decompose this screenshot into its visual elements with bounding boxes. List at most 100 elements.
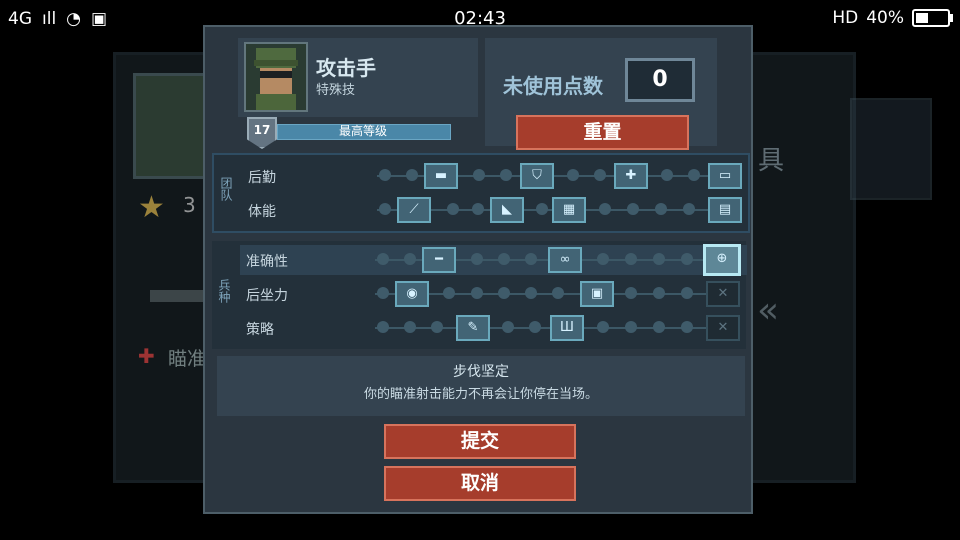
skill-dot (681, 253, 693, 265)
unused-points-label: 未使用点数 (503, 74, 603, 98)
skill-row-logistics: 后勤 ▬ ⛉ ✚ ▭ (242, 161, 749, 191)
skill-dot (500, 169, 512, 181)
row-label: 准确性 (246, 254, 288, 270)
shield-plus-icon[interactable]: ⛉ (520, 163, 554, 189)
skill-dot (552, 287, 564, 299)
skill-dot (597, 253, 609, 265)
skill-row-recoil: 后坐力 ◉ ▣ ✕ (240, 279, 747, 309)
hero-subtitle: 特殊技 (316, 83, 356, 98)
skill-dot (653, 287, 665, 299)
row-label: 后勤 (248, 170, 276, 186)
skill-dot (653, 253, 665, 265)
skill-dot (472, 203, 484, 215)
skill-dot (379, 169, 391, 181)
hero-name: 攻击手 (316, 56, 376, 80)
skill-dot (627, 203, 639, 215)
skill-dot (688, 169, 700, 181)
background-aim-label: 瞄准 (168, 348, 207, 370)
skill-description-body: 你的瞄准射击能力不再会让你停在当场。 (363, 387, 598, 402)
skill-dot (661, 169, 673, 181)
skill-dot (502, 321, 514, 333)
rifle-icon[interactable]: ━ (422, 247, 456, 273)
skill-dot (525, 253, 537, 265)
skill-dot (681, 287, 693, 299)
locked-skill-icon[interactable]: ✕ (706, 281, 740, 307)
row-label: 策略 (246, 322, 274, 338)
skill-dot (473, 169, 485, 181)
skill-dot (683, 203, 695, 215)
skill-dot (406, 169, 418, 181)
background-equipment-label: 具 (758, 146, 785, 176)
skill-dot (567, 169, 579, 181)
skill-dot (529, 321, 541, 333)
skill-row-stamina: 体能 ⟋ ◣ ▦ ▤ (242, 195, 749, 225)
reset-button[interactable]: 重置 (516, 115, 689, 150)
rifle-icon (150, 290, 205, 302)
arms-section: 兵种 准确性 ━ ∞ ⊕ 后坐力 ◉ ▣ ✕ 策略 ✎ Ш ✕ (212, 241, 747, 349)
skill-dialog: 攻击手 特殊技 17 最高等级 未使用点数 0 重置 团队 后勤 ▬ ⛉ ✚ ▭… (203, 25, 753, 514)
supply-truck-icon[interactable]: ▬ (424, 163, 458, 189)
background-equipment-box (850, 98, 932, 200)
skill-dot (681, 321, 693, 333)
skill-dot (471, 253, 483, 265)
boot-icon[interactable]: ◣ (490, 197, 524, 223)
locked-skill-icon[interactable]: ✕ (706, 315, 740, 341)
skill-dot (597, 321, 609, 333)
skill-dot (377, 253, 389, 265)
skill-dot (377, 287, 389, 299)
skill-dot (431, 321, 443, 333)
star-icon: ★ (138, 190, 165, 225)
skill-row-tactics: 策略 ✎ Ш ✕ (240, 313, 747, 343)
scope-icon[interactable]: ⊕ (703, 244, 741, 276)
skill-dot (653, 321, 665, 333)
skill-dot (379, 203, 391, 215)
crosshair-icon: ✚ (138, 344, 155, 368)
skill-dot (404, 253, 416, 265)
skill-dot (625, 321, 637, 333)
skill-dot (447, 203, 459, 215)
wrench-icon[interactable]: ✎ (456, 315, 490, 341)
battery-level (916, 13, 928, 23)
background-star-count: 3 (183, 193, 196, 217)
hd-indicator: HD (832, 8, 859, 28)
skill-dot (471, 287, 483, 299)
binoculars-icon[interactable]: ∞ (548, 247, 582, 273)
cancel-button[interactable]: 取消 (384, 466, 576, 501)
hero-card: 攻击手 特殊技 (238, 38, 478, 117)
background-portrait (133, 73, 211, 179)
squad-icon[interactable]: Ш (550, 315, 584, 341)
knife-icon[interactable]: ⟋ (397, 197, 431, 223)
unused-points-value: 0 (625, 58, 695, 102)
level-text: 最高等级 (338, 124, 387, 138)
skill-dot (625, 253, 637, 265)
map-icon[interactable]: ▦ (552, 197, 586, 223)
submit-button[interactable]: 提交 (384, 424, 576, 459)
skill-dot (655, 203, 667, 215)
team-section: 团队 后勤 ▬ ⛉ ✚ ▭ 体能 ⟋ ◣ ▦ ▤ (212, 153, 750, 233)
skill-dot (404, 321, 416, 333)
medkit-icon[interactable]: ✚ (614, 163, 648, 189)
battery-icon (912, 9, 953, 27)
skill-description-title: 步伐坚定 (453, 364, 509, 380)
points-panel: 未使用点数 0 重置 (485, 38, 717, 150)
skill-dot (498, 287, 510, 299)
level-badge: 17 (247, 117, 277, 149)
row-label: 体能 (248, 204, 276, 220)
bed-icon[interactable]: ▭ (708, 163, 742, 189)
battery-percent: 40% (866, 8, 904, 28)
soldier-portrait-icon (244, 42, 308, 112)
skill-dot (525, 287, 537, 299)
row-label: 后坐力 (246, 288, 288, 304)
skill-dot (443, 287, 455, 299)
grenade-icon[interactable]: ◉ (395, 281, 429, 307)
skill-dot (625, 287, 637, 299)
skill-dot (498, 253, 510, 265)
ammo-box-icon[interactable]: ▣ (580, 281, 614, 307)
chevron-left-icon: « (757, 290, 780, 331)
skill-description: 步伐坚定 你的瞄准射击能力不再会让你停在当场。 (217, 356, 745, 416)
skill-dot (594, 169, 606, 181)
team-section-label: 团队 (219, 177, 233, 201)
backpack-icon[interactable]: ▤ (708, 197, 742, 223)
arms-section-label: 兵种 (217, 279, 231, 303)
skill-dot (599, 203, 611, 215)
